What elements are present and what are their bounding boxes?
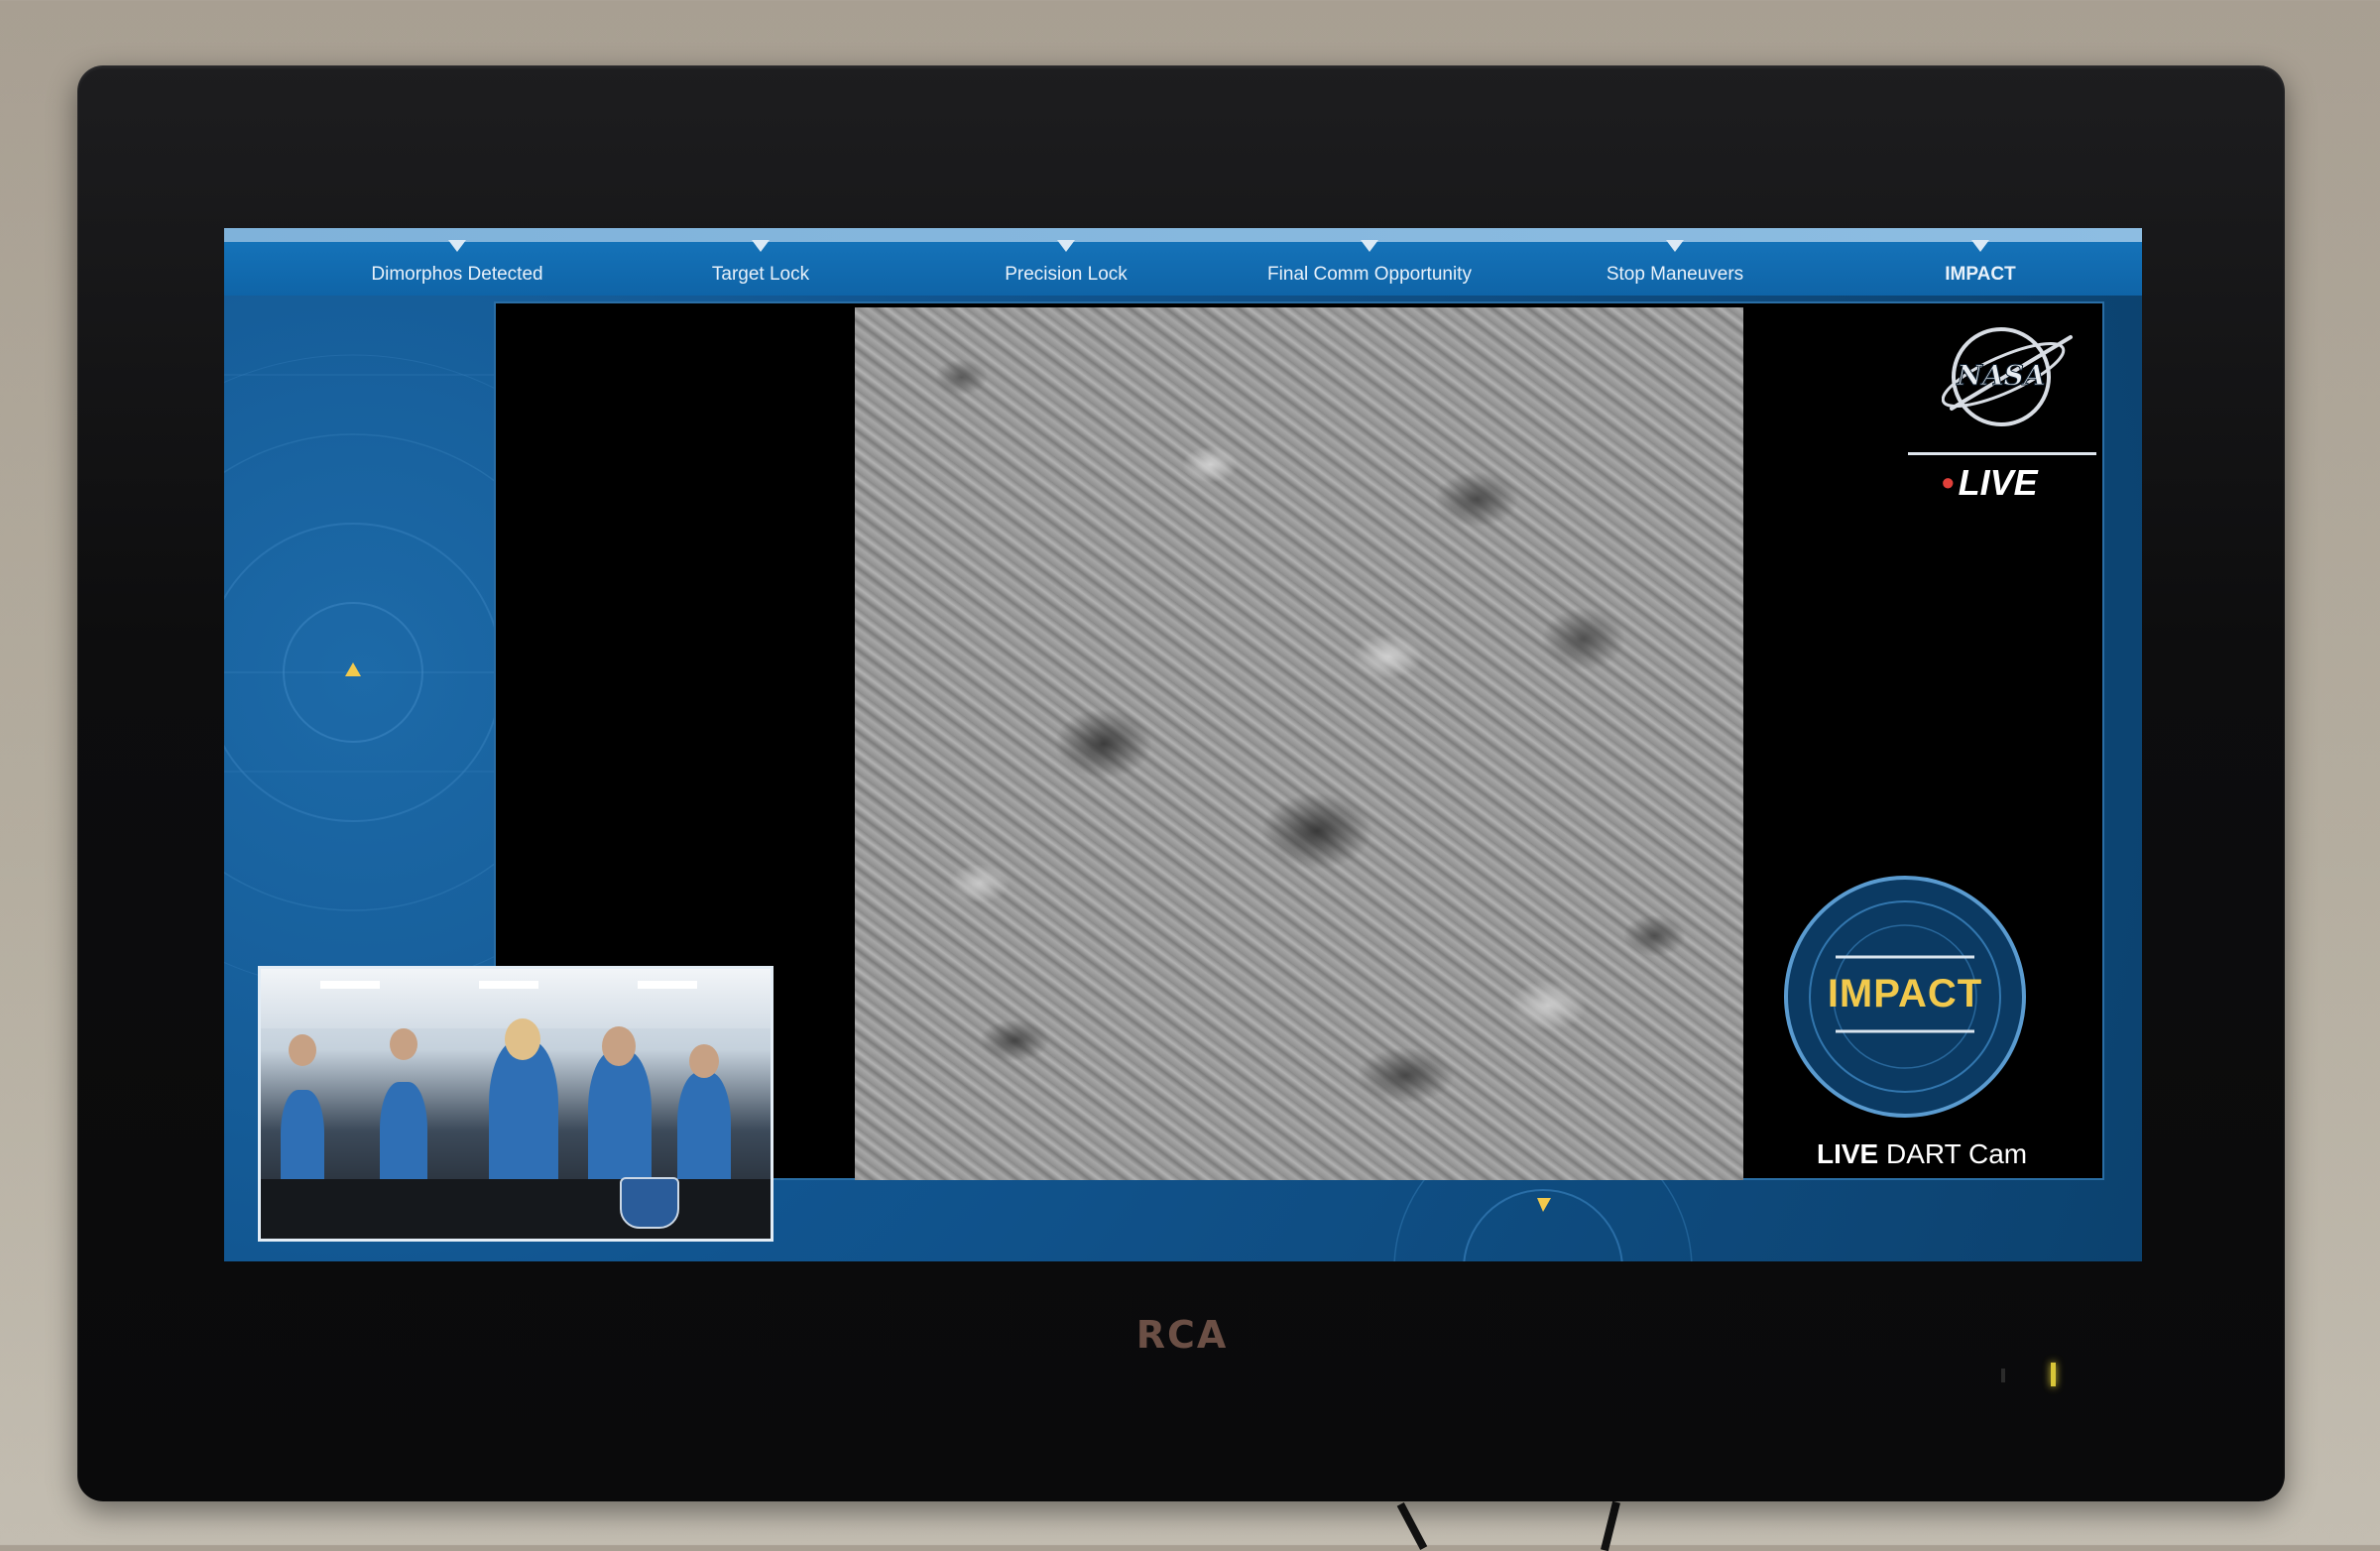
- camera-label: LIVE DART Cam: [1817, 1138, 2027, 1170]
- pip-person-head: [689, 1044, 719, 1078]
- timeline-marker-icon: [1057, 240, 1075, 252]
- timeline-marker-icon: [1361, 240, 1378, 252]
- timeline-marker-icon: [1971, 240, 1989, 252]
- pip-console-desk: [261, 1179, 771, 1239]
- timeline-milestone-precision-lock: Precision Lock: [1005, 264, 1128, 285]
- timeline-milestone-stop-maneuvers: Stop Maneuvers: [1606, 264, 1744, 285]
- monitor-brand-label: RCA: [1135, 1313, 1229, 1357]
- power-indicator-dim: [2001, 1369, 2005, 1382]
- live-dot-icon: •: [1942, 462, 1955, 503]
- pip-ceiling-light: [479, 981, 538, 989]
- timeline-milestone-impact: IMPACT: [1945, 264, 2016, 285]
- timeline-marker-icon: [752, 240, 770, 252]
- nasa-logo-icon: NASA: [1942, 327, 2073, 426]
- asteroid-surface-image: [855, 307, 1743, 1180]
- camera-label-name: DART Cam: [1886, 1138, 2028, 1169]
- timeline-milestone-target-lock: Target Lock: [711, 264, 810, 285]
- bottom-radar-decoration: [1393, 1180, 1693, 1261]
- signal-cable: [1601, 1500, 1620, 1551]
- live-divider: [1908, 452, 2096, 455]
- nasa-logo-text: NASA: [1956, 359, 2045, 392]
- timeline-progress-track: [224, 228, 2142, 242]
- mission-timeline: Dimorphos Detected Target Lock Precision…: [224, 228, 2142, 296]
- timeline-milestone-dimorphos-detected: Dimorphos Detected: [371, 264, 543, 285]
- pip-person-head: [602, 1026, 636, 1066]
- power-indicator-light: [2051, 1363, 2056, 1386]
- impact-badge-label: IMPACT: [1827, 972, 1983, 1015]
- camera-label-live: LIVE: [1817, 1138, 1879, 1169]
- pip-person-head: [505, 1018, 540, 1060]
- pip-person-head: [289, 1034, 316, 1066]
- pip-ceiling-light: [320, 981, 380, 989]
- live-indicator-label: LIVE: [1958, 462, 2038, 503]
- pip-ceiling-light: [638, 981, 697, 989]
- live-indicator: • LIVE: [1942, 462, 2038, 504]
- power-cable: [1396, 1502, 1428, 1550]
- pip-person: [489, 1040, 558, 1199]
- pip-person-head: [390, 1028, 417, 1060]
- tv-screen: Dimorphos Detected Target Lock Precision…: [224, 228, 2142, 1261]
- mission-control-video: [258, 966, 774, 1242]
- timeline-marker-icon: [1666, 240, 1684, 252]
- apl-shield-icon: [620, 1177, 679, 1229]
- timeline-milestone-final-comm: Final Comm Opportunity: [1267, 264, 1472, 285]
- timeline-marker-icon: [448, 240, 466, 252]
